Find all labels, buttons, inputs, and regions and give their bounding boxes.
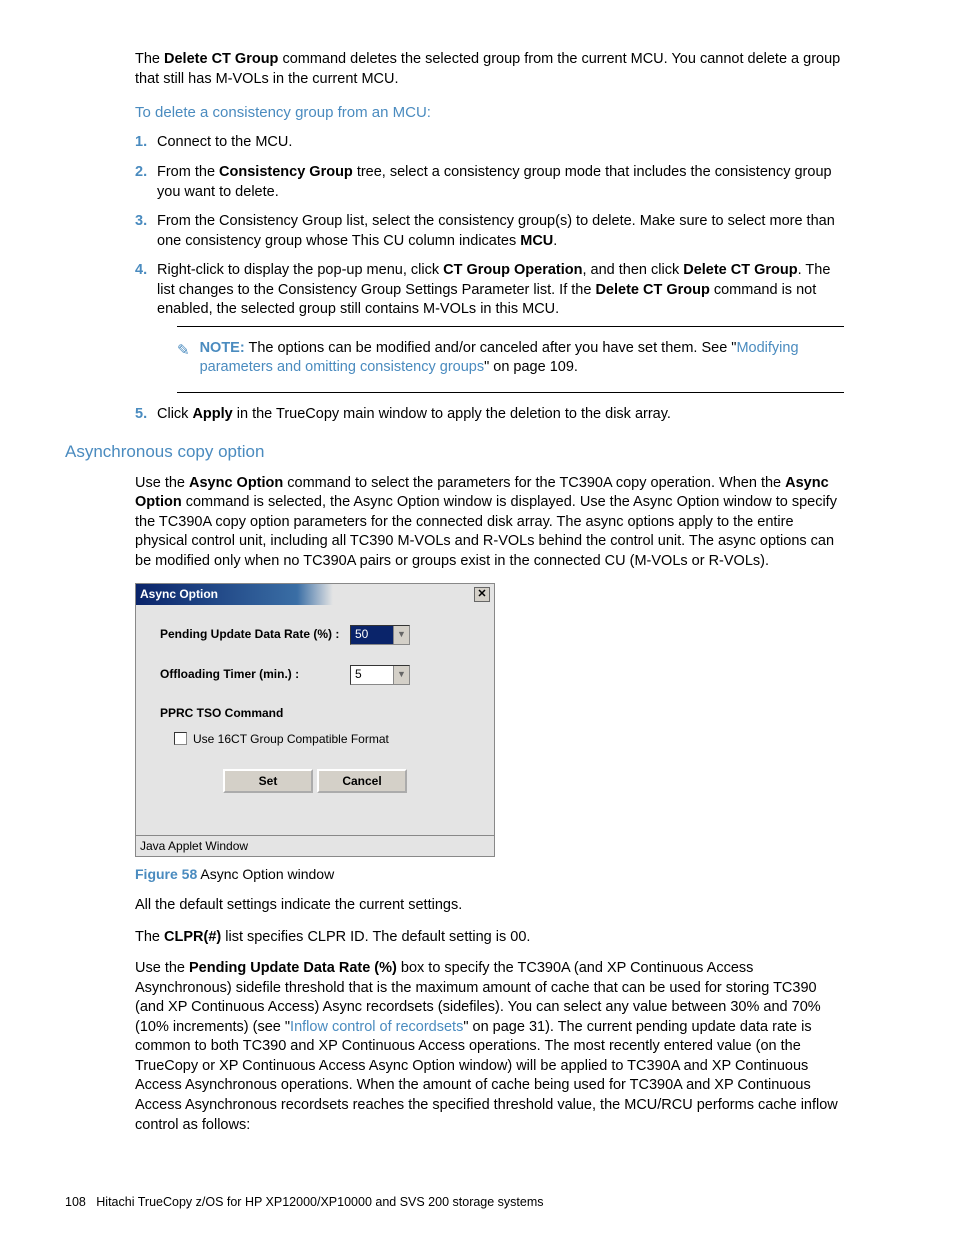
use-16ct-label: Use 16CT Group Compatible Format bbox=[193, 731, 389, 747]
cancel-button[interactable]: Cancel bbox=[317, 769, 407, 793]
close-button[interactable]: ✕ bbox=[474, 587, 490, 602]
pprc-section-label: PPRC TSO Command bbox=[160, 705, 470, 721]
use-16ct-checkbox[interactable] bbox=[174, 732, 187, 745]
pending-rate-label: Pending Update Data Rate (%) : bbox=[160, 626, 350, 642]
clpr-text: The CLPR(#) list specifies CLPR ID. The … bbox=[135, 928, 844, 948]
dialog-title: Async Option bbox=[140, 586, 218, 602]
step-4: 4. Right-click to display the pop-up men… bbox=[135, 261, 844, 393]
note-icon: ✎ bbox=[177, 341, 190, 361]
chevron-down-icon: ▼ bbox=[393, 626, 409, 644]
note-box: ✎ NOTE: The options can be modified and/… bbox=[177, 326, 844, 393]
offloading-timer-value: 5 bbox=[351, 666, 393, 682]
step-3: 3. From the Consistency Group list, sele… bbox=[135, 212, 844, 251]
dialog-titlebar: Async Option ✕ bbox=[136, 584, 494, 604]
offloading-timer-label: Offloading Timer (min.) : bbox=[160, 666, 350, 682]
pending-rate-dropdown[interactable]: 50 ▼ bbox=[350, 625, 410, 645]
async-option-dialog: Async Option ✕ Pending Update Data Rate … bbox=[135, 583, 495, 857]
pending-rate-description: Use the Pending Update Data Rate (%) box… bbox=[135, 959, 844, 1135]
note-label: NOTE: bbox=[200, 340, 245, 356]
close-icon: ✕ bbox=[477, 589, 486, 600]
step-5: 5. Click Apply in the TrueCopy main wind… bbox=[135, 405, 844, 425]
figure-caption: Figure 58 Async Option window bbox=[135, 865, 844, 884]
set-button[interactable]: Set bbox=[223, 769, 313, 793]
intro-paragraph: The Delete CT Group command deletes the … bbox=[135, 50, 844, 89]
dialog-statusbar: Java Applet Window bbox=[136, 835, 494, 856]
step-2: 2. From the Consistency Group tree, sele… bbox=[135, 163, 844, 202]
chevron-down-icon: ▼ bbox=[393, 666, 409, 684]
step-1: 1.Connect to the MCU. bbox=[135, 133, 844, 153]
section-heading-async: Asynchronous copy option bbox=[65, 441, 844, 464]
pending-rate-value: 50 bbox=[351, 626, 393, 642]
default-settings-text: All the default settings indicate the cu… bbox=[135, 896, 844, 916]
page-footer: 108 Hitachi TrueCopy z/OS for HP XP12000… bbox=[65, 1194, 544, 1211]
link-inflow-control[interactable]: Inflow control of recordsets bbox=[290, 1019, 463, 1035]
procedure-steps: 1.Connect to the MCU. 2. From the Consis… bbox=[135, 133, 844, 424]
offloading-timer-dropdown[interactable]: 5 ▼ bbox=[350, 665, 410, 685]
procedure-heading: To delete a consistency group from an MC… bbox=[135, 103, 844, 123]
async-description: Use the Async Option command to select t… bbox=[135, 474, 844, 572]
